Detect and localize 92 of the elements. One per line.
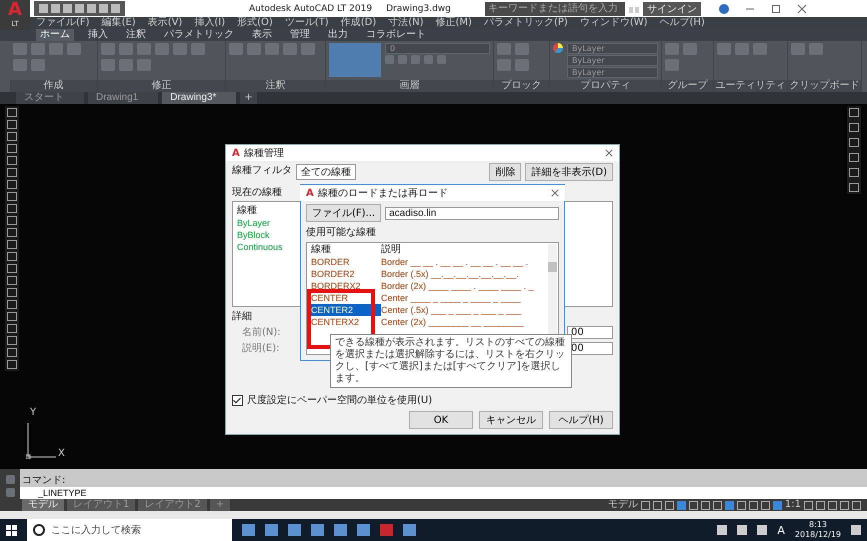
document-name: Drawing3.dwg <box>386 4 451 14</box>
checkbox-label: 尺度設定にペーパー空間の単位を使用(U) <box>247 394 432 407</box>
panel-label[interactable]: ユーティリティ <box>714 80 787 92</box>
linetype-description: Center (.5x) ___ _ ___ _ ___ _ ___ <box>381 304 522 316</box>
ucs-axes-icon <box>26 423 56 459</box>
app-icon: A <box>232 148 240 158</box>
file-tab[interactable]: Drawing1 <box>88 92 158 104</box>
menu-item[interactable]: ウィンドウ(W) <box>580 17 648 29</box>
linetype-name[interactable]: BORDERX2 <box>309 280 381 292</box>
linetype-description: Center (2x) ________ __ ________ <box>381 316 525 328</box>
column-header: 線種 <box>237 204 257 217</box>
dialog-button[interactable]: 削除 <box>489 163 522 181</box>
model-space-button[interactable]: モデル <box>608 499 638 511</box>
layout-tab[interactable]: モデル <box>22 499 64 511</box>
tray-icon[interactable] <box>757 525 768 535</box>
panel-label[interactable]: 作成 <box>10 80 97 92</box>
menu-item[interactable]: 寸法(N) <box>388 17 424 29</box>
menu-item[interactable]: ツール(T) <box>284 17 329 29</box>
search-bar[interactable]: ここに入力して検索 <box>27 519 232 541</box>
command-input[interactable]: _LINETYPE <box>20 487 867 499</box>
field-label: 名前(N): <box>242 326 281 339</box>
app-icon: A <box>306 188 314 198</box>
axis-label: Y <box>30 407 36 418</box>
linetype-name[interactable]: BORDER2 <box>309 268 381 280</box>
panel-label[interactable]: ブロック <box>494 80 549 92</box>
menu-item[interactable]: 編集(E) <box>102 17 136 29</box>
linetype-name[interactable]: CENTER2 <box>309 304 381 316</box>
file-name-field[interactable]: acadiso.lin <box>385 206 559 220</box>
panel-label[interactable]: 画層 <box>326 80 493 92</box>
panel-label[interactable]: プロパティ <box>550 80 661 92</box>
ribbon-tab[interactable]: 挿入 <box>84 29 112 41</box>
maximize-icon[interactable] <box>770 4 781 14</box>
field-label: 線種フィルタ <box>232 164 292 177</box>
dialog-button[interactable]: 詳細を非表示(D) <box>525 163 613 181</box>
field-label: 説明(E): <box>242 342 280 355</box>
panel-label[interactable]: 修正 <box>98 80 225 92</box>
dialog-button[interactable]: キャンセル <box>479 411 543 429</box>
linetype-description: Border __ __ . __ __ . __ __ . __ __ . <box>381 256 530 268</box>
help-icon[interactable] <box>718 4 729 14</box>
new-tab-button[interactable]: + <box>240 92 257 104</box>
menu-item[interactable]: パラメトリック(P) <box>484 17 568 29</box>
tooltip: できる線種が表示されます。リストのすべての線種を選択または選択解除するには、リストを右クリックし、[すべて選択]または[すべてクリア]を選択します。 <box>330 334 572 388</box>
menu-item[interactable]: 挿入(I) <box>194 17 226 29</box>
menu-item[interactable]: 作成(D) <box>340 17 376 29</box>
search-icon[interactable] <box>33 524 45 536</box>
command-history: コマンド: <box>21 474 66 487</box>
field-label: 現在の線種 <box>232 186 282 199</box>
ribbon-tab[interactable]: コラボレート <box>362 29 430 41</box>
menu-item[interactable]: 形式(O) <box>237 17 273 29</box>
search-field[interactable]: キーワードまたは語句を入力 <box>484 2 625 16</box>
ime-indicator[interactable]: A <box>777 524 785 536</box>
tray-icon[interactable] <box>737 525 748 535</box>
sign-in-link[interactable]: サインイン <box>642 2 701 16</box>
filter-dropdown[interactable]: 全ての線種 <box>296 164 356 180</box>
section-label: 詳細 <box>232 310 252 323</box>
axis-label: X <box>58 448 65 459</box>
windows-start-icon[interactable] <box>6 524 17 536</box>
panel-label[interactable]: クリップボード <box>788 80 861 92</box>
tray-icon[interactable] <box>717 525 728 535</box>
file-tab[interactable]: Drawing3* <box>162 92 236 104</box>
window-title: Autodesk AutoCAD LT 2019 <box>249 4 372 14</box>
dialog-title: 線種のロードまたは再ロード <box>318 187 448 200</box>
ribbon-tab[interactable]: 注釈 <box>122 29 150 41</box>
scale-field[interactable]: 00 <box>567 326 613 338</box>
panel-label[interactable]: グループ <box>662 80 713 92</box>
panel-label[interactable]: 注釈 <box>226 80 325 92</box>
clock-time[interactable]: 8:13 <box>808 520 827 530</box>
file-button[interactable]: ファイル(F)... <box>306 204 382 222</box>
clock-date[interactable]: 2018/12/19 <box>794 530 841 540</box>
menu-item[interactable]: 修正(M) <box>436 17 472 29</box>
ribbon-tab[interactable]: 表示 <box>248 29 276 41</box>
scale-button[interactable]: 1:1 <box>784 499 801 511</box>
ribbon-tab[interactable]: パラメトリック <box>160 29 238 41</box>
menu-item[interactable]: ヘルプ(H) <box>660 17 705 29</box>
linetype-description: Border (2x) ____ ____ . ____ ____ . _ <box>381 280 535 292</box>
menu-item[interactable]: 表示(V) <box>148 17 182 29</box>
column-header: 説明 <box>381 244 402 256</box>
checkbox[interactable] <box>232 394 243 406</box>
dialog-button[interactable]: OK <box>409 411 473 429</box>
ribbon-tab[interactable]: 管理 <box>286 29 314 41</box>
linetype-name[interactable]: BORDER <box>309 256 381 268</box>
ribbon-tab[interactable]: ホーム <box>36 29 74 41</box>
menu-item[interactable]: ファイル(F) <box>36 17 90 29</box>
color-wheel-icon[interactable] <box>553 43 563 53</box>
field-label: 使用可能な線種 <box>306 226 376 239</box>
column-header: 線種 <box>310 244 332 256</box>
linetype-description: Center ____ _ ____ _ ____ _ ____ <box>381 292 522 304</box>
file-tab[interactable]: スタート <box>16 92 84 104</box>
dialog-button[interactable]: ヘルプ(H) <box>549 411 613 429</box>
ribbon-tab[interactable]: 出力 <box>324 29 352 41</box>
dialog-title: 線種管理 <box>244 147 284 160</box>
linetype-description: Border (.5x) __.__.__.__.__.__.__. <box>381 268 520 280</box>
